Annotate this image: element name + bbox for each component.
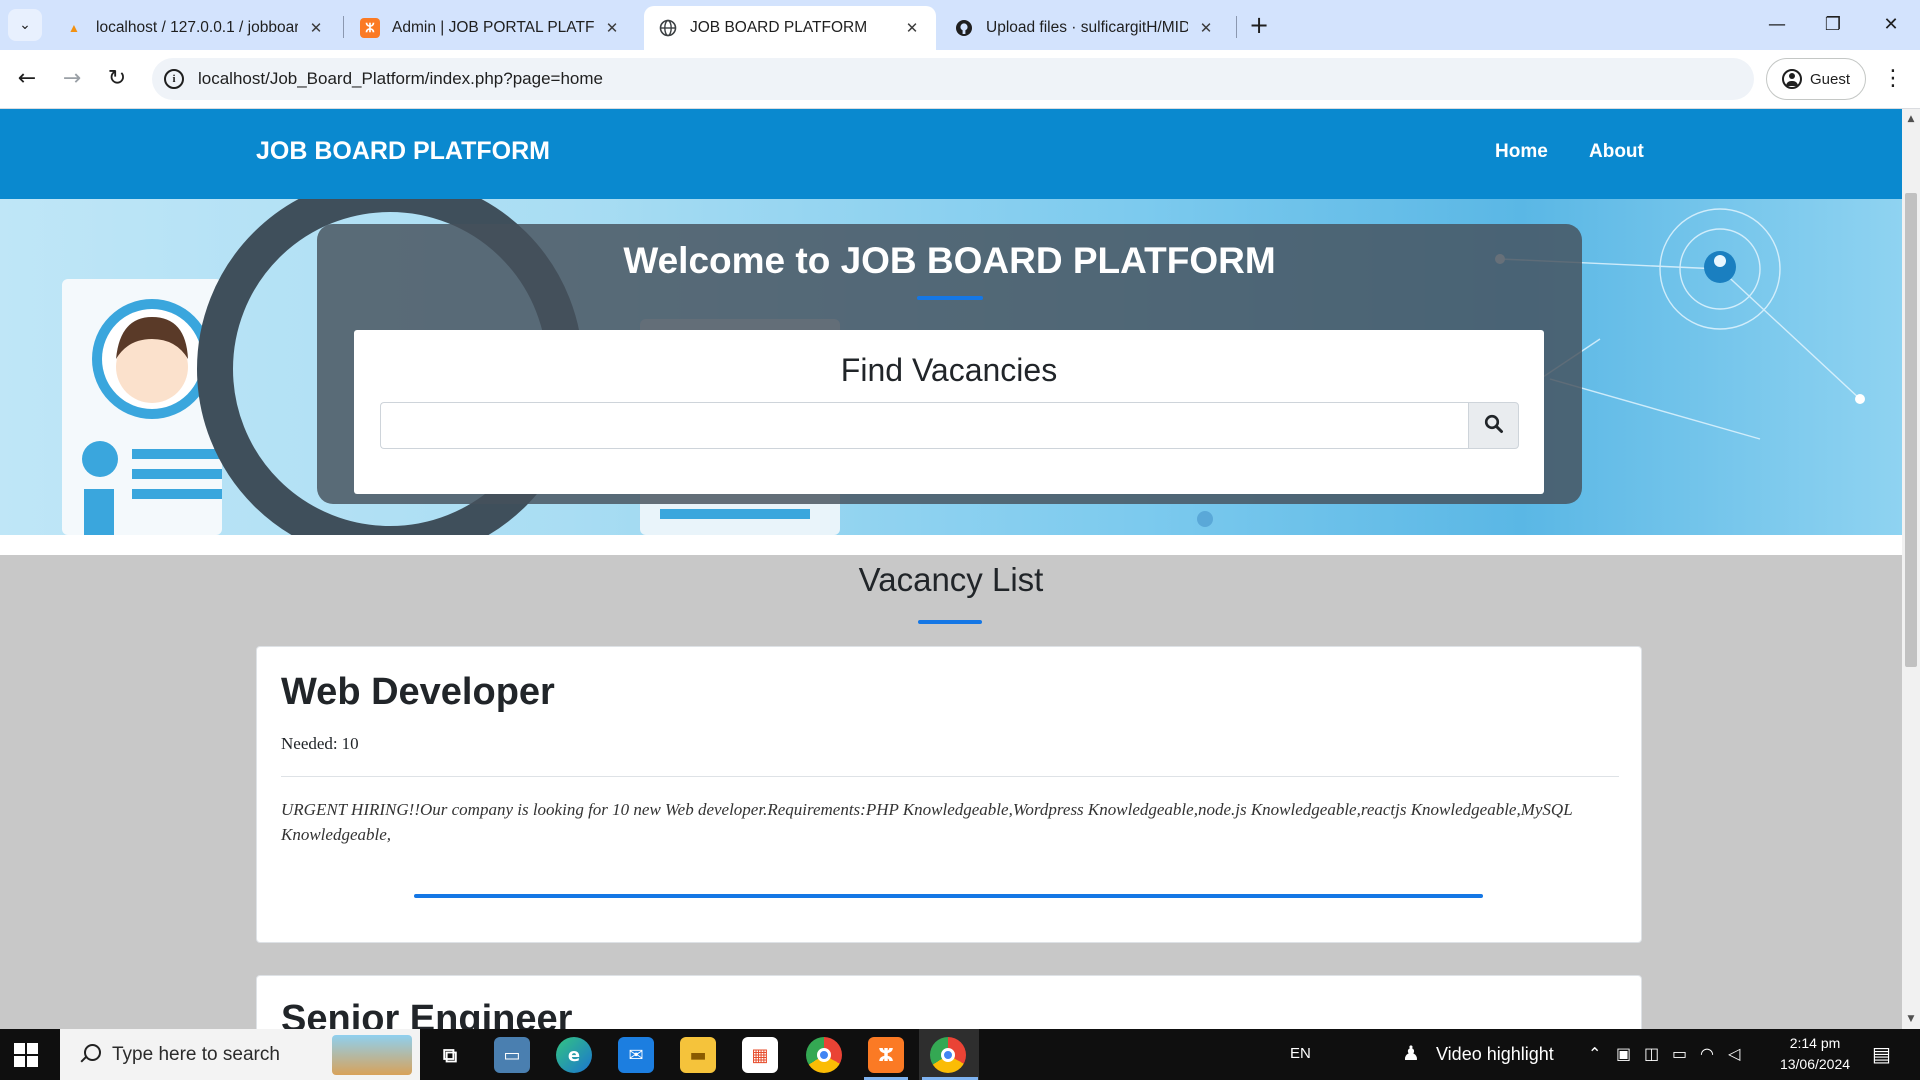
store-icon[interactable]: ▦ xyxy=(742,1037,778,1073)
phpmyadmin-icon: ▲ xyxy=(68,21,80,35)
mail-icon[interactable]: ✉ xyxy=(618,1037,654,1073)
tab-search-button[interactable]: ⌄ xyxy=(8,9,42,41)
github-icon xyxy=(954,18,974,38)
chevron-up-icon[interactable]: ⌃ xyxy=(1588,1044,1601,1063)
reload-icon[interactable]: ↻ xyxy=(100,62,134,96)
address-bar[interactable]: i localhost/Job_Board_Platform/index.php… xyxy=(152,58,1754,100)
vacancy-title: Web Developer xyxy=(281,671,555,713)
tab-separator xyxy=(343,16,344,38)
vacancy-search-input[interactable] xyxy=(380,402,1468,449)
search-icon xyxy=(78,1043,101,1066)
tab-title: Upload files · sulficargitH/MIDT xyxy=(986,19,1188,36)
tab-title: Admin | JOB PORTAL PLATFORM xyxy=(392,19,594,36)
tab-title: JOB BOARD PLATFORM xyxy=(690,19,868,36)
welcome-heading: Welcome to JOB BOARD PLATFORM xyxy=(623,240,1276,281)
close-icon[interactable]: ✕ xyxy=(902,19,922,37)
volume-icon[interactable]: ◁ xyxy=(1728,1044,1740,1063)
page-scrollbar[interactable]: ▲ ▼ xyxy=(1902,109,1920,1029)
chrome-active-icon[interactable] xyxy=(930,1037,966,1073)
tab-title: localhost / 127.0.0.1 / jobboard xyxy=(96,19,298,36)
back-arrow-icon[interactable]: ← xyxy=(10,62,44,96)
site-brand-link[interactable]: JOB BOARD PLATFORM xyxy=(256,137,550,166)
news-widget-text[interactable]: Video highlight xyxy=(1436,1044,1554,1065)
forward-arrow-icon[interactable]: → xyxy=(55,62,89,96)
chrome-icon[interactable] xyxy=(806,1037,842,1073)
needed-label: Needed: xyxy=(281,734,338,753)
hero-overlay: Welcome to JOB BOARD PLATFORM Find Vacan… xyxy=(317,224,1582,504)
nav-home-link[interactable]: Home xyxy=(1495,141,1548,163)
tab-phpmyadmin[interactable]: ▲ localhost / 127.0.0.1 / jobboard ✕ xyxy=(50,6,340,50)
tab-admin-job-portal[interactable]: ⵣ Admin | JOB PORTAL PLATFORM ✕ xyxy=(346,6,636,50)
more-menu-icon[interactable]: ⋮ xyxy=(1880,62,1906,96)
new-tab-button[interactable]: + xyxy=(1245,12,1273,40)
close-icon[interactable]: ✕ xyxy=(602,19,622,37)
vacancy-list-heading: Vacancy List xyxy=(858,561,1044,598)
scrollbar-thumb[interactable] xyxy=(1905,193,1917,667)
wifi-icon[interactable]: ◠ xyxy=(1700,1044,1714,1063)
card-accent-bar xyxy=(414,894,1483,898)
url-text[interactable]: localhost/Job_Board_Platform/index.php?p… xyxy=(198,69,603,89)
nba-icon[interactable]: ♟ xyxy=(1402,1041,1420,1065)
close-icon[interactable]: ✕ xyxy=(1196,19,1216,37)
needed-count: 10 xyxy=(341,734,359,753)
card-divider xyxy=(281,776,1619,777)
profile-label: Guest xyxy=(1809,70,1851,88)
search-icon xyxy=(1484,414,1504,438)
taskbar-search-placeholder: Type here to search xyxy=(112,1043,280,1065)
search-title: Find Vacancies xyxy=(840,352,1058,388)
scroll-down-arrow-icon[interactable]: ▼ xyxy=(1902,1011,1920,1027)
search-button[interactable] xyxy=(1468,402,1519,449)
meet-icon[interactable]: ▣ xyxy=(1616,1044,1631,1063)
screenshot-icon[interactable]: ◫ xyxy=(1644,1044,1659,1063)
browser-toolbar: ← → ↻ i localhost/Job_Board_Platform/ind… xyxy=(0,50,1920,109)
hero-bottom-strip xyxy=(0,535,1902,555)
tab-github-upload[interactable]: Upload files · sulficargitH/MIDT ✕ xyxy=(940,6,1230,50)
window-close-button[interactable]: ✕ xyxy=(1868,8,1914,42)
battery-icon[interactable]: ▭ xyxy=(1672,1044,1687,1063)
windows-start-icon[interactable] xyxy=(14,1043,38,1067)
taskbar-search-box[interactable]: Type here to search xyxy=(60,1029,420,1080)
edge-icon[interactable]: e xyxy=(556,1037,592,1073)
nav-about-link[interactable]: About xyxy=(1589,141,1644,163)
task-view-icon[interactable]: ⧉ xyxy=(432,1037,468,1073)
xampp-icon[interactable]: ⵣ xyxy=(868,1037,904,1073)
vacancy-description: URGENT HIRING!!Our company is looking fo… xyxy=(281,800,1573,844)
xampp-icon: ⵣ xyxy=(360,18,380,38)
computer-icon[interactable]: ▭ xyxy=(494,1037,530,1073)
minimize-button[interactable]: — xyxy=(1754,8,1800,42)
clock-time[interactable]: 2:14 pm xyxy=(1770,1035,1860,1051)
close-icon[interactable]: ✕ xyxy=(306,19,326,37)
vacancy-card[interactable]: Senior Engineer xyxy=(256,975,1642,1029)
search-card: Find Vacancies xyxy=(354,330,1544,494)
search-highlight-image xyxy=(332,1035,412,1075)
welcome-underline xyxy=(917,296,983,300)
globe-icon xyxy=(658,18,678,38)
vacancy-list-underline xyxy=(918,620,982,624)
profile-button[interactable]: Guest xyxy=(1766,58,1866,100)
tab-separator xyxy=(1236,16,1237,38)
page-viewport: JOB BOARD PLATFORM Home About Welcome to… xyxy=(0,109,1902,1029)
browser-tab-strip: ⌄ ▲ localhost / 127.0.0.1 / jobboard ✕ ⵣ… xyxy=(0,0,1920,50)
vacancy-card[interactable]: Web Developer Needed: 10 URGENT HIRING!!O… xyxy=(256,646,1642,943)
tab-job-board-platform[interactable]: JOB BOARD PLATFORM ✕ xyxy=(644,6,936,50)
notification-icon[interactable]: ▤ xyxy=(1872,1042,1891,1066)
vacancy-needed: Needed: 10 xyxy=(281,734,359,754)
clock-date[interactable]: 13/06/2024 xyxy=(1762,1056,1868,1072)
site-navbar: JOB BOARD PLATFORM Home About xyxy=(0,109,1902,199)
file-explorer-icon[interactable]: ▬ xyxy=(680,1037,716,1073)
windows-taskbar: Type here to search ⧉ ▭ e ✉ ▬ ▦ ⵣ EN ♟ V… xyxy=(0,1029,1920,1080)
person-icon xyxy=(1781,69,1802,89)
vacancy-title: Senior Engineer xyxy=(281,998,573,1029)
language-indicator[interactable]: EN xyxy=(1290,1045,1311,1062)
restore-button[interactable]: ❐ xyxy=(1810,8,1856,42)
scroll-up-arrow-icon[interactable]: ▲ xyxy=(1902,111,1920,127)
site-info-icon[interactable]: i xyxy=(164,69,184,89)
